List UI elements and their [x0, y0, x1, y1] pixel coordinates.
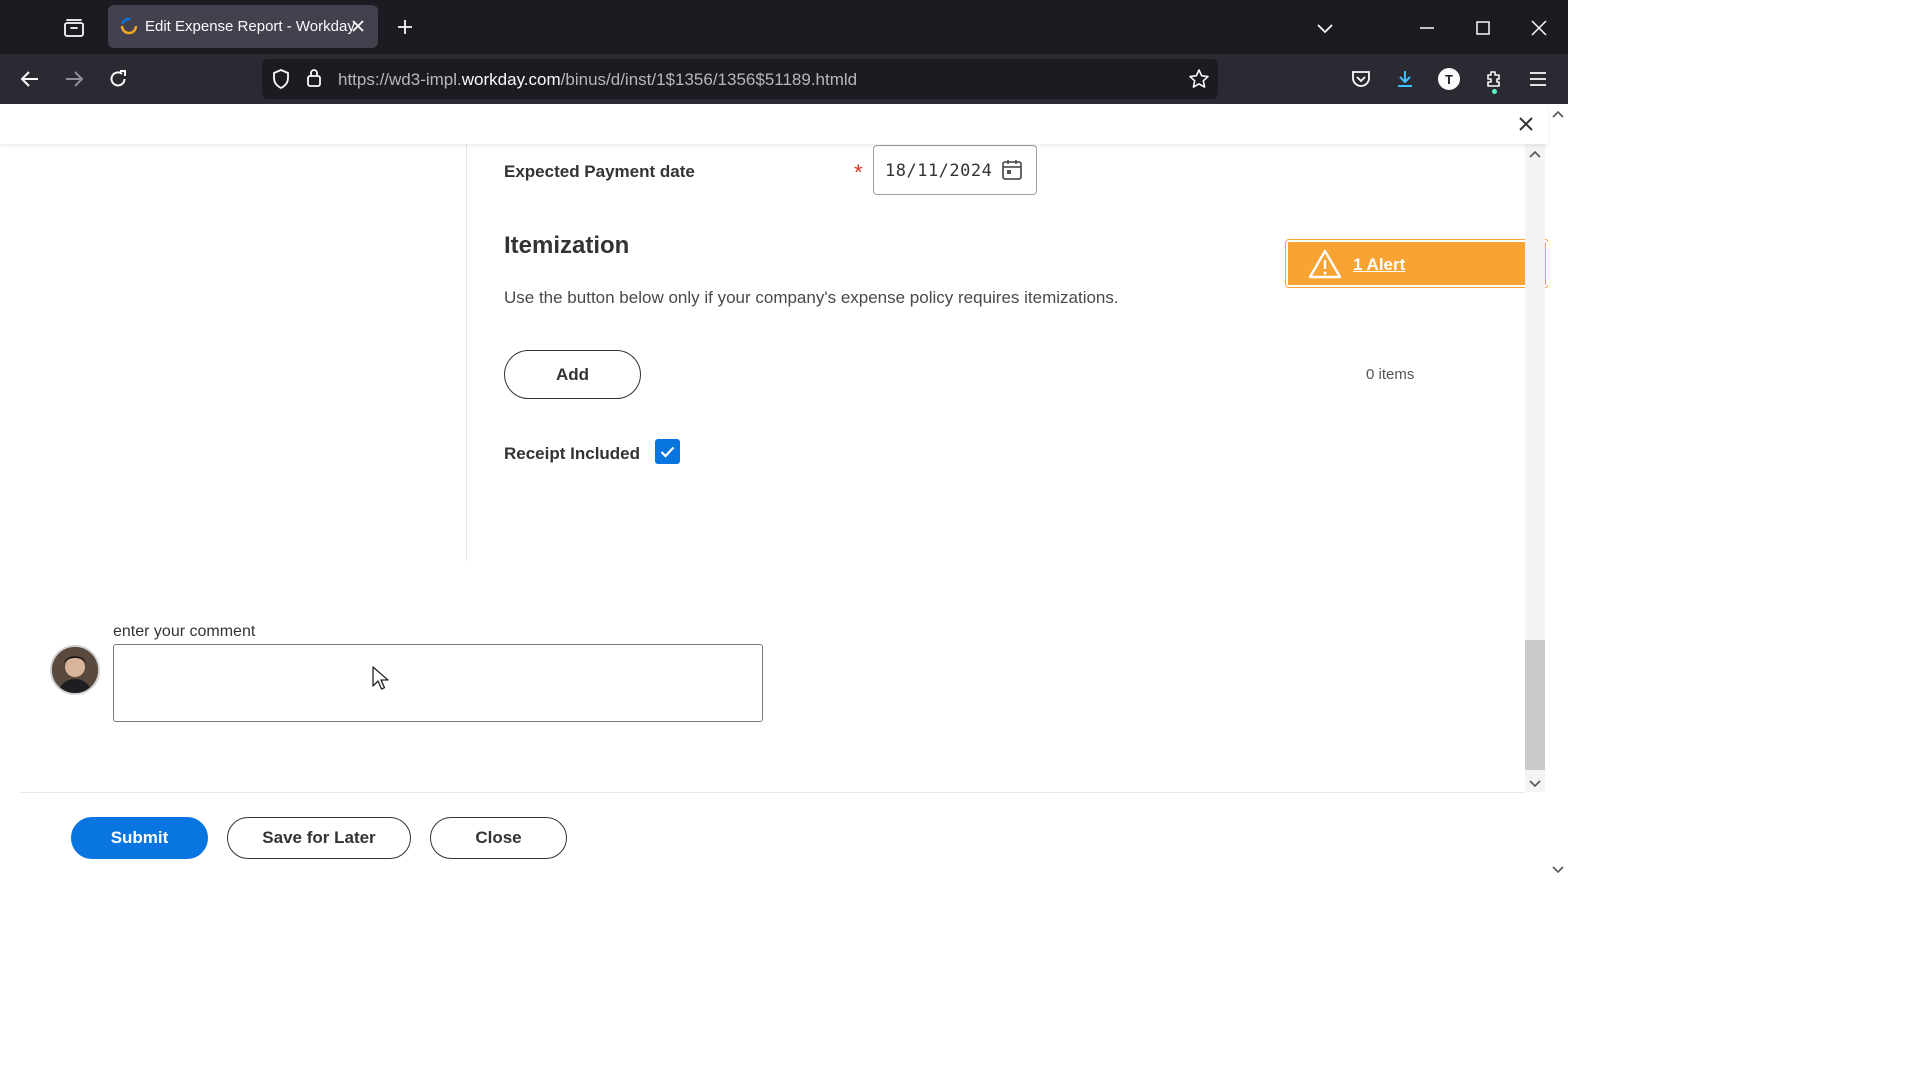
scroll-up-arrow-icon[interactable] [1525, 146, 1545, 162]
page-scrollbar[interactable] [1548, 104, 1568, 882]
minimize-icon[interactable] [1411, 12, 1443, 44]
page-scroll-up-icon[interactable] [1548, 106, 1568, 122]
url-text[interactable]: https://wd3-impl.workday.com/binus/d/ins… [338, 70, 857, 90]
alert-banner[interactable]: 1 Alert [1285, 239, 1549, 288]
loading-favicon-icon [120, 17, 138, 35]
new-tab-icon[interactable] [392, 14, 418, 40]
itemization-description: Use the button below only if your compan… [504, 288, 1119, 307]
list-all-tabs-icon[interactable] [1309, 12, 1341, 44]
user-avatar [50, 645, 100, 695]
alert-link[interactable]: 1 Alert [1353, 255, 1405, 275]
date-value: 18/11/2024 [885, 161, 993, 181]
scroll-down-arrow-icon[interactable] [1525, 776, 1545, 792]
warning-icon [1308, 249, 1342, 279]
expected-payment-label: Expected Payment date [504, 162, 695, 181]
tab-overview-icon[interactable] [58, 12, 90, 44]
account-avatar-icon[interactable]: T [1433, 63, 1465, 95]
browser-nav-bar: https://wd3-impl.workday.com/binus/d/ins… [0, 54, 1568, 104]
bookmark-star-icon[interactable] [1188, 68, 1210, 90]
reload-icon[interactable] [102, 63, 134, 95]
expected-payment-date-input[interactable]: 18/11/2024 [873, 145, 1037, 195]
window-close-icon[interactable] [1523, 12, 1555, 44]
forward-icon[interactable] [58, 63, 90, 95]
modal-header [0, 104, 1548, 144]
app-menu-icon[interactable] [1522, 63, 1554, 95]
address-bar[interactable]: https://wd3-impl.workday.com/binus/d/ins… [262, 59, 1218, 99]
lock-icon[interactable] [306, 68, 322, 88]
extensions-icon[interactable] [1478, 63, 1510, 95]
page-scroll-down-icon[interactable] [1548, 862, 1568, 878]
comment-textarea[interactable] [113, 644, 763, 722]
save-for-later-button[interactable]: Save for Later [227, 817, 411, 859]
footer-divider [20, 792, 1525, 793]
tracking-shield-icon[interactable] [272, 69, 290, 89]
browser-tab-bar: Edit Expense Report - Workday [0, 0, 1568, 54]
items-count: 0 items [1366, 366, 1415, 383]
extension-badge-icon [1492, 89, 1497, 94]
comment-label: enter your comment [113, 623, 256, 640]
page-content: Expected Payment date * 18/11/2024 Itemi… [0, 104, 1549, 882]
downloads-icon[interactable] [1389, 63, 1421, 95]
submit-button[interactable]: Submit [71, 817, 208, 859]
maximize-icon[interactable] [1467, 12, 1499, 44]
modal-close-icon[interactable] [1512, 110, 1540, 138]
tab-title: Edit Expense Report - Workday [145, 18, 355, 35]
itemization-title: Itemization [504, 232, 630, 259]
required-marker: * [854, 160, 863, 185]
calendar-icon[interactable] [1000, 158, 1024, 182]
add-itemization-button[interactable]: Add [504, 350, 641, 399]
pocket-icon[interactable] [1345, 63, 1377, 95]
receipt-included-checkbox[interactable] [655, 439, 680, 464]
tab-close-icon[interactable] [346, 14, 370, 38]
browser-tab-active[interactable]: Edit Expense Report - Workday [108, 5, 378, 48]
back-icon[interactable] [14, 63, 46, 95]
mouse-cursor-icon [372, 666, 389, 690]
receipt-included-label: Receipt Included [504, 444, 641, 463]
checkmark-icon [660, 446, 675, 458]
close-button[interactable]: Close [430, 817, 567, 859]
inner-scrollbar-thumb[interactable] [1525, 640, 1545, 770]
column-divider [466, 144, 467, 561]
